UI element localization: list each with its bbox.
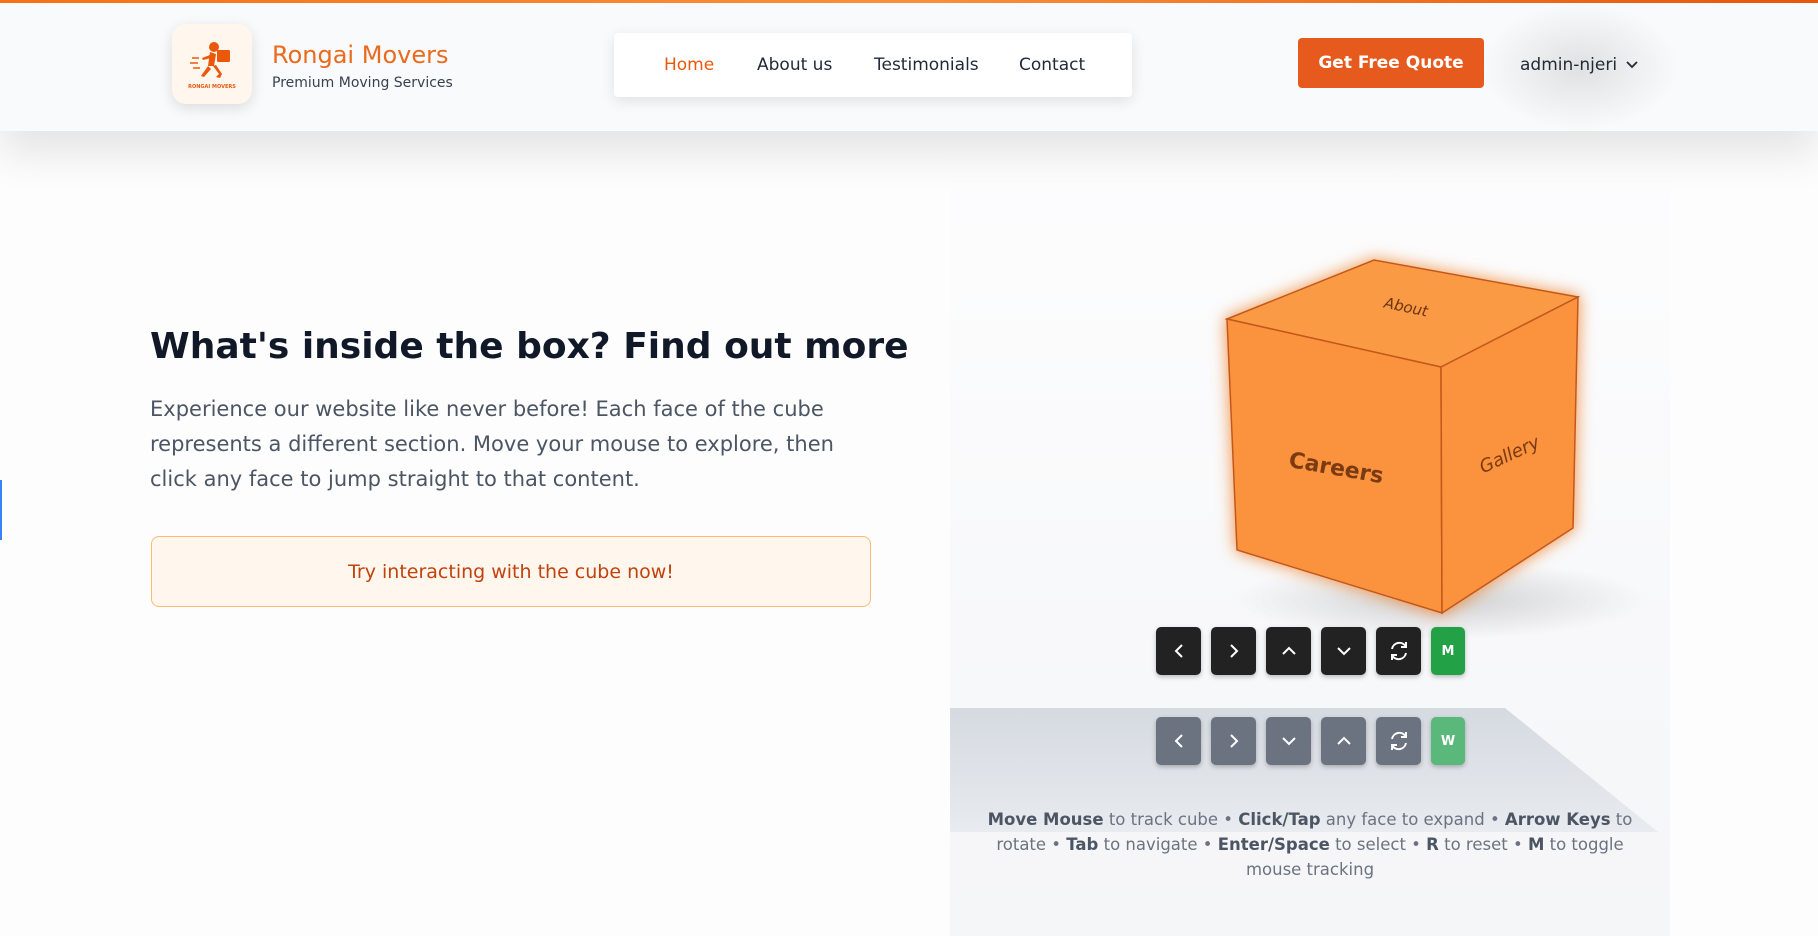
chevron-down-icon — [1336, 647, 1351, 656]
rotate-left-button-secondary[interactable] — [1156, 717, 1201, 765]
help-text: to reset • — [1438, 835, 1528, 854]
user-menu[interactable]: admin-njeri — [1520, 55, 1639, 75]
brand-tagline: Premium Moving Services — [272, 75, 453, 91]
rotate-down-button-secondary[interactable] — [1266, 717, 1311, 765]
try-cube-callout[interactable]: Try interacting with the cube now! — [151, 536, 871, 607]
rotate-left-button[interactable] — [1156, 627, 1201, 675]
logo[interactable]: RONGAI MOVERS — [172, 24, 252, 104]
hero-description: Experience our website like never before… — [150, 397, 834, 491]
reset-button[interactable] — [1376, 627, 1421, 675]
navigation-cube[interactable]: About Careers Gallery — [1210, 250, 1610, 630]
logo-text: RONGAI MOVERS — [188, 84, 236, 90]
scroll-indicator — [0, 480, 2, 540]
nav-contact[interactable]: Contact — [1019, 55, 1085, 75]
mouse-tracking-toggle[interactable]: M — [1431, 627, 1465, 675]
chevron-left-icon — [1174, 734, 1183, 748]
nav-testimonials[interactable]: Testimonials — [874, 55, 979, 75]
keyboard-help-text: Move Mouse to track cube • Click/Tap any… — [972, 807, 1648, 882]
chevron-right-icon — [1229, 644, 1238, 658]
help-key: Enter/Space — [1217, 835, 1330, 854]
rotate-down-button[interactable] — [1321, 627, 1366, 675]
rotate-up-button[interactable] — [1266, 627, 1311, 675]
help-key: Move Mouse — [987, 810, 1104, 829]
brand-name[interactable]: Rongai Movers — [272, 41, 448, 69]
chevron-up-icon — [1281, 646, 1296, 655]
help-key: Tab — [1066, 835, 1099, 854]
help-key: R — [1426, 835, 1439, 854]
site-header: RONGAI MOVERS Rongai Movers Premium Movi… — [0, 3, 1818, 131]
nav-home[interactable]: Home — [664, 55, 714, 75]
refresh-icon — [1390, 731, 1407, 751]
get-free-quote-button[interactable]: Get Free Quote — [1298, 38, 1484, 88]
cube-controls: M — [1156, 627, 1466, 675]
chevron-down-icon — [1626, 61, 1638, 69]
chevron-up-icon — [1336, 736, 1351, 745]
chevron-right-icon — [1229, 734, 1238, 748]
help-key: Arrow Keys — [1504, 810, 1611, 829]
chevron-down-icon — [1281, 737, 1296, 746]
help-key: Click/Tap — [1238, 810, 1321, 829]
chevron-left-icon — [1174, 644, 1183, 658]
mover-logo-icon: RONGAI MOVERS — [188, 42, 236, 90]
user-name: admin-njeri — [1520, 55, 1618, 75]
cube-controls-secondary: W — [1156, 717, 1466, 765]
reset-button-secondary[interactable] — [1376, 717, 1421, 765]
refresh-icon — [1390, 641, 1407, 661]
rotate-up-button-secondary[interactable] — [1321, 717, 1366, 765]
help-text: to select • — [1329, 835, 1427, 854]
main-nav: Home About us Testimonials Contact — [614, 33, 1132, 97]
rotate-right-button[interactable] — [1211, 627, 1256, 675]
help-text: to track cube • — [1103, 810, 1239, 829]
hero-title: What's inside the box? Find out more — [150, 326, 909, 367]
help-key: M — [1527, 835, 1545, 854]
help-text: any face to expand • — [1320, 810, 1505, 829]
nav-about-us[interactable]: About us — [757, 55, 832, 75]
help-text: to navigate • — [1098, 835, 1218, 854]
rotate-right-button-secondary[interactable] — [1211, 717, 1256, 765]
mouse-tracking-toggle-secondary[interactable]: W — [1431, 717, 1465, 765]
